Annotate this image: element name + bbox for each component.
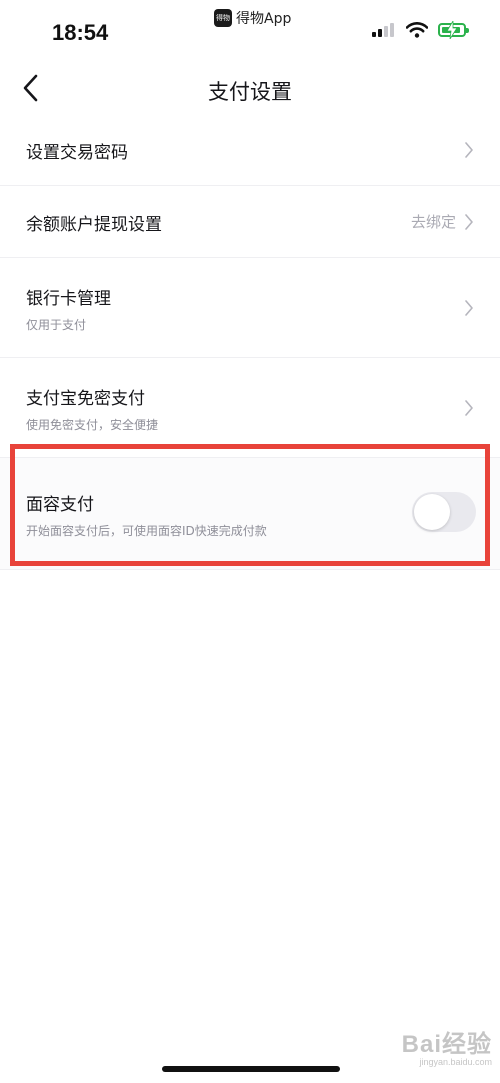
face-pay-toggle[interactable] [412, 492, 476, 532]
cellular-signal-icon [372, 23, 394, 37]
status-icons [372, 21, 469, 39]
alipay-password-free-description: 使用免密支付，安全便捷 [26, 418, 159, 432]
chevron-right-icon [465, 214, 473, 230]
withdraw-bind-status: 去绑定 [410, 213, 456, 231]
app-icon: 得物 [214, 9, 232, 27]
alipay-password-free-label: 支付宝免密支付 [26, 389, 145, 409]
app-name: 得物App [236, 11, 292, 27]
alipay-password-free-row[interactable]: 支付宝免密支付 使用免密支付，安全便捷 [0, 358, 500, 458]
app-indicator: 得物 得物App [214, 8, 291, 28]
chevron-right-icon [465, 400, 473, 416]
chevron-right-icon [465, 142, 473, 158]
page-title: 支付设置 [208, 80, 292, 104]
watermark-logo-text: Bai经验 [401, 1031, 492, 1058]
home-indicator[interactable] [162, 1066, 340, 1072]
withdraw-settings-label: 余额账户提现设置 [26, 215, 162, 235]
status-bar: 18:54 得物 得物App [0, 0, 500, 60]
trade-password-row[interactable]: 设置交易密码 [0, 114, 500, 186]
charging-bolt-icon [446, 21, 458, 39]
settings-list: 设置交易密码 余额账户提现设置 去绑定 银行卡管理 仅用于支付 支付宝免密支付 … [0, 114, 500, 570]
watermark: Bai经验 jingyan.baidu.com [402, 1024, 492, 1067]
bank-card-row[interactable]: 银行卡管理 仅用于支付 [0, 258, 500, 358]
withdraw-settings-row[interactable]: 余额账户提现设置 去绑定 [0, 186, 500, 258]
battery-icon [438, 21, 469, 39]
face-pay-label: 面容支付 [26, 495, 94, 515]
bank-card-label: 银行卡管理 [26, 289, 111, 309]
toggle-knob [414, 494, 450, 530]
chevron-right-icon [465, 300, 473, 316]
face-pay-description: 开始面容支付后，可使用面容ID快速完成付款 [26, 524, 267, 538]
face-pay-row: 面容支付 开始面容支付后，可使用面容ID快速完成付款 [0, 458, 500, 570]
trade-password-label: 设置交易密码 [26, 143, 128, 163]
status-time: 18:54 [52, 20, 109, 45]
navigation-bar: 支付设置 [0, 60, 500, 118]
bank-card-description: 仅用于支付 [26, 318, 87, 332]
wifi-icon [406, 22, 428, 38]
